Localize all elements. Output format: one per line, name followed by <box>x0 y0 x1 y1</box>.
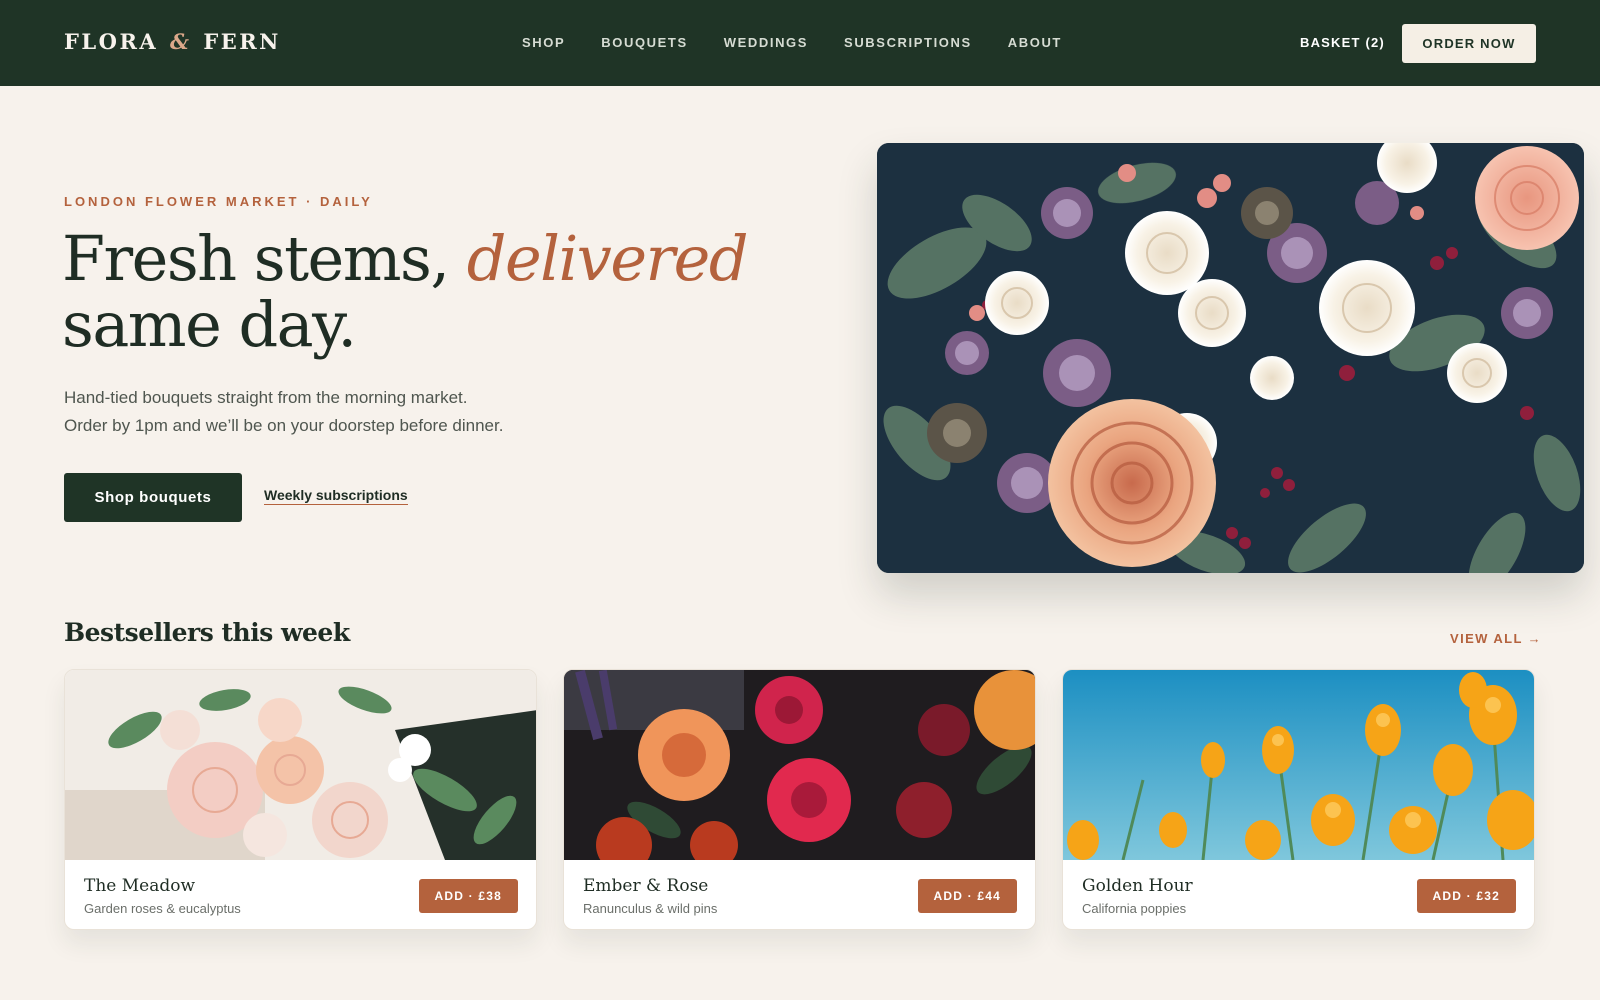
add-to-basket-button[interactable]: ADD · £32 <box>1416 879 1516 913</box>
headline-part-1: Fresh stems, <box>62 222 467 295</box>
order-now-button[interactable]: ORDER NOW <box>1402 24 1536 63</box>
product-card[interactable]: The Meadow Garden roses & eucalyptus ADD… <box>64 669 537 930</box>
nav-link-subscriptions[interactable]: SUBSCRIPTIONS <box>844 35 972 50</box>
add-to-basket-button[interactable]: ADD · £38 <box>418 879 518 913</box>
nav-link-bouquets[interactable]: BOUQUETS <box>601 35 687 50</box>
product-description: Garden roses & eucalyptus <box>84 901 241 916</box>
product-card[interactable]: Ember & Rose Ranunculus & wild pins ADD … <box>563 669 1036 930</box>
hero-subtext: Hand-tied bouquets straight from the mor… <box>64 384 584 440</box>
brand-ampersand: & <box>170 29 192 54</box>
bouquet-illustration <box>877 143 1584 573</box>
hero-subtext-line-1: Hand-tied bouquets straight from the mor… <box>64 388 468 407</box>
hero-subtext-line-2: Order by 1pm and we’ll be on your doorst… <box>64 416 504 435</box>
brand-logo[interactable]: FLORA & FERN <box>64 29 281 54</box>
headline-emphasis: delivered <box>466 222 749 295</box>
nav-link-weddings[interactable]: WEDDINGS <box>724 35 808 50</box>
basket-link[interactable]: BASKET (2) <box>1300 35 1385 50</box>
product-image-the-meadow <box>65 670 536 860</box>
bestsellers-title: Bestsellers this week <box>64 618 350 647</box>
hero-headline: Fresh stems, delivered same day. <box>62 226 822 358</box>
meadow-illustration <box>65 670 536 860</box>
product-name: The Meadow <box>84 876 196 896</box>
product-card[interactable]: Golden Hour California poppies ADD · £32 <box>1062 669 1535 930</box>
add-to-basket-button[interactable]: ADD · £44 <box>917 879 1017 913</box>
weekly-subscriptions-link[interactable]: Weekly subscriptions <box>264 487 408 505</box>
top-nav: FLORA & FERN SHOP BOUQUETS WEDDINGS SUBS… <box>0 0 1600 86</box>
brand-name-right: FERN <box>203 29 281 54</box>
product-description: Ranunculus & wild pins <box>583 901 718 916</box>
nav-link-about[interactable]: ABOUT <box>1008 35 1062 50</box>
product-description: California poppies <box>1082 901 1187 916</box>
product-name: Golden Hour <box>1082 876 1193 896</box>
main-nav: SHOP BOUQUETS WEDDINGS SUBSCRIPTIONS ABO… <box>522 35 1062 50</box>
brand-name-left: FLORA <box>64 29 159 54</box>
product-name: Ember & Rose <box>583 876 709 896</box>
hero-eyebrow: LONDON FLOWER MARKET · DAILY <box>64 194 373 209</box>
ember-rose-illustration <box>564 670 1035 873</box>
hero-bouquet-image <box>877 143 1584 573</box>
product-image-ember-rose <box>564 670 1035 873</box>
nav-link-shop[interactable]: SHOP <box>522 35 565 50</box>
headline-part-2: same day. <box>62 288 357 361</box>
shop-bouquets-button[interactable]: Shop bouquets <box>64 473 242 522</box>
product-image-golden-hour <box>1063 670 1534 861</box>
golden-hour-illustration <box>1063 670 1534 861</box>
view-all-link[interactable]: VIEW ALL → <box>1450 631 1542 646</box>
